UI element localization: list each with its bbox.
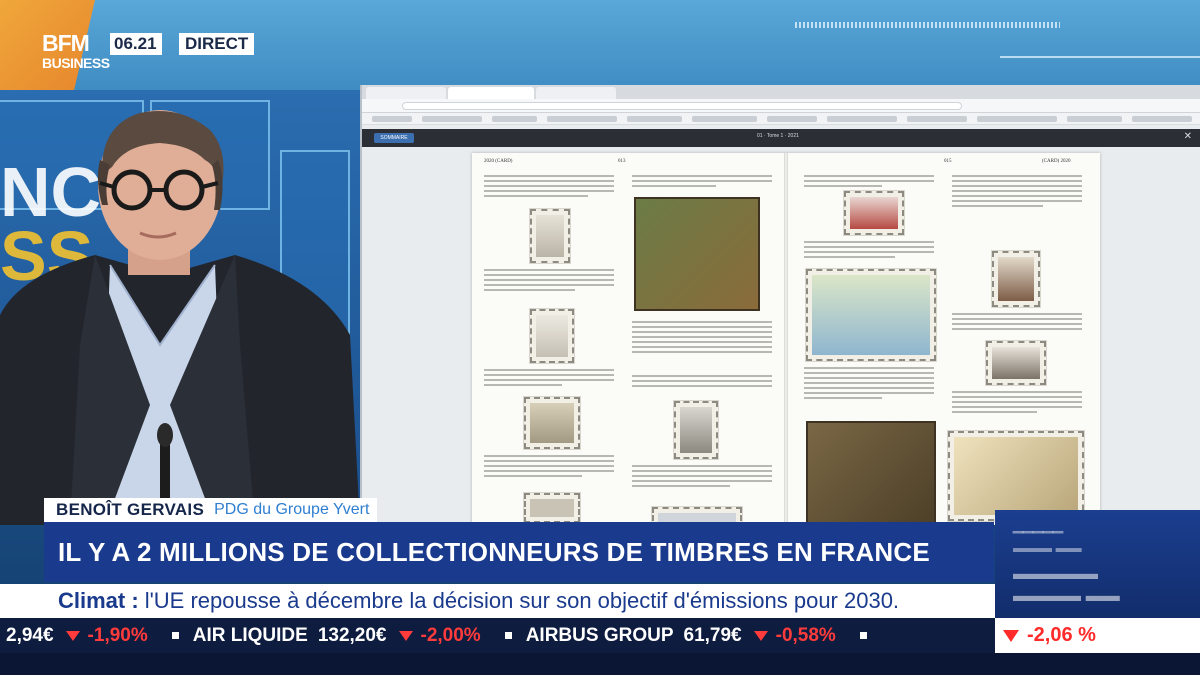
studio-light-line <box>1000 56 1200 58</box>
channel-logo-business: BUSINESS <box>42 55 110 71</box>
stamp-image <box>992 251 1040 307</box>
viewer-summary-button: SOMMAIRE <box>374 133 414 143</box>
right-page-number: 015 <box>944 159 952 164</box>
market-index-change-value: -2,06 % <box>1027 624 1096 646</box>
browser-tab-strip <box>362 85 1200 99</box>
market-index-panel: ▁▁▁▁▁ ▬▬▬ ▬▬ ▬▬▬▬▬ ▬▬▬▬ ▬▬ <box>995 510 1200 618</box>
news-strip-text: l'UE repousse à décembre la décision sur… <box>144 588 900 613</box>
broadcast-time: 06.21 <box>110 33 162 55</box>
left-page-number: 013 <box>618 159 626 164</box>
ticker-separator <box>171 632 179 639</box>
guest-role: PDG du Groupe Yvert <box>214 501 370 518</box>
right-page-header: (CARD) 2020 <box>1042 159 1071 164</box>
ticker-change: -0,58% <box>775 624 836 646</box>
stamp-image <box>524 397 580 449</box>
studio-light-stripe <box>795 22 1060 28</box>
stamp-image <box>530 309 574 363</box>
headline-banner: IL Y A 2 MILLIONS DE COLLECTIONNEURS DE … <box>44 522 994 582</box>
channel-logo-bfm: BFM <box>42 30 90 56</box>
stamp-image <box>806 269 936 361</box>
stamp-catalog-spread: 2020 (CARD) 013 015 (CARD) 2020 <box>472 153 1100 525</box>
left-page-header: 2020 (CARD) <box>484 159 513 164</box>
down-arrow-icon <box>65 630 80 641</box>
ticker-price: 61,79€ <box>683 624 742 646</box>
news-strip: Climat : l'UE repousse à décembre la déc… <box>0 584 995 618</box>
ticker-price: 132,20€ <box>317 624 387 646</box>
browser-bookmarks-bar <box>362 113 1200 125</box>
ticker-name: AIRBUS GROUP <box>525 624 674 646</box>
stamp-sheet-300-ans <box>948 431 1084 521</box>
guest-name-strap: BENOÎT GERVAIS PDG du Groupe Yvert <box>44 498 378 522</box>
ticker-name: AIR LIQUIDE <box>192 624 308 646</box>
headline-text: IL Y A 2 MILLIONS DE COLLECTIONNEURS DE … <box>58 536 930 567</box>
live-badge: DIRECT <box>179 33 255 55</box>
viewer-title: 01 · Tome 1 · 2021 <box>757 133 799 139</box>
guest-person <box>0 110 360 525</box>
catalog-viewer-toolbar: SOMMAIRE 01 · Tome 1 · 2021 ✕ <box>362 129 1200 147</box>
stamp-sheet <box>634 197 760 311</box>
stamp-image <box>674 401 718 459</box>
ticker-change: -1,90% <box>87 624 148 646</box>
guest-name: BENOÎT GERVAIS <box>56 500 205 519</box>
news-strip-label: Climat : <box>58 588 139 613</box>
down-arrow-icon <box>398 630 413 641</box>
studio-monitor: SOMMAIRE 01 · Tome 1 · 2021 ✕ 2020 (CARD… <box>360 85 1200 525</box>
market-index-change: -2,06 % <box>995 618 1200 653</box>
browser-address-bar <box>362 99 1200 113</box>
stamp-image <box>986 341 1046 385</box>
stamp-image <box>844 191 904 235</box>
ticker-price: 2,94€ <box>6 624 54 646</box>
down-arrow-icon <box>1003 629 1019 642</box>
close-icon: ✕ <box>1183 131 1192 142</box>
ticker-separator <box>504 632 512 639</box>
ticker-change: -2,00% <box>420 624 481 646</box>
stamp-image <box>524 493 580 523</box>
ticker-separator <box>859 632 867 639</box>
stamp-image <box>530 209 570 263</box>
stamp-sheet <box>806 421 936 525</box>
down-arrow-icon <box>753 630 768 641</box>
bottom-band <box>0 653 1200 675</box>
